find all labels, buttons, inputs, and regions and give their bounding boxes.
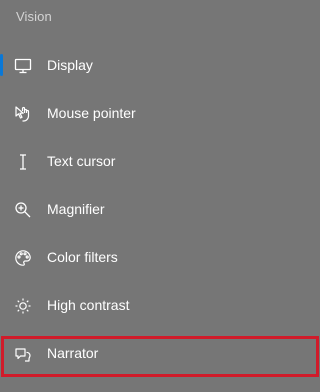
nav-item-color-filters[interactable]: Color filters — [0, 237, 320, 277]
nav-item-mouse-pointer[interactable]: Mouse pointer — [0, 93, 320, 133]
nav-item-high-contrast[interactable]: High contrast — [0, 285, 320, 325]
selection-indicator — [0, 54, 3, 76]
nav-item-magnifier[interactable]: Magnifier — [0, 189, 320, 229]
nav-item-text-cursor[interactable]: Text cursor — [0, 141, 320, 181]
nav-item-label: Mouse pointer — [47, 105, 136, 121]
settings-nav-panel: Vision Display Mouse pointer Text cursor… — [0, 0, 320, 392]
selection-indicator — [0, 342, 3, 364]
color-palette-icon — [14, 249, 32, 267]
selection-indicator — [0, 102, 3, 124]
nav-item-label: Display — [47, 57, 93, 73]
nav-item-label: High contrast — [47, 297, 130, 313]
nav-item-display[interactable]: Display — [0, 45, 320, 85]
text-cursor-icon — [14, 153, 32, 171]
nav-item-narrator[interactable]: Narrator — [0, 333, 320, 373]
magnifier-icon — [14, 201, 32, 219]
mouse-pointer-icon — [14, 105, 32, 123]
brightness-icon — [14, 297, 32, 315]
selection-indicator — [0, 294, 3, 316]
monitor-icon — [14, 57, 32, 75]
narrator-icon — [14, 345, 32, 363]
section-heading: Vision — [16, 9, 52, 24]
selection-indicator — [0, 198, 3, 220]
selection-indicator — [0, 246, 3, 268]
nav-item-label: Narrator — [47, 345, 99, 361]
selection-indicator — [0, 150, 3, 172]
nav-item-label: Magnifier — [47, 201, 105, 217]
nav-item-label: Text cursor — [47, 153, 116, 169]
nav-item-label: Color filters — [47, 249, 118, 265]
